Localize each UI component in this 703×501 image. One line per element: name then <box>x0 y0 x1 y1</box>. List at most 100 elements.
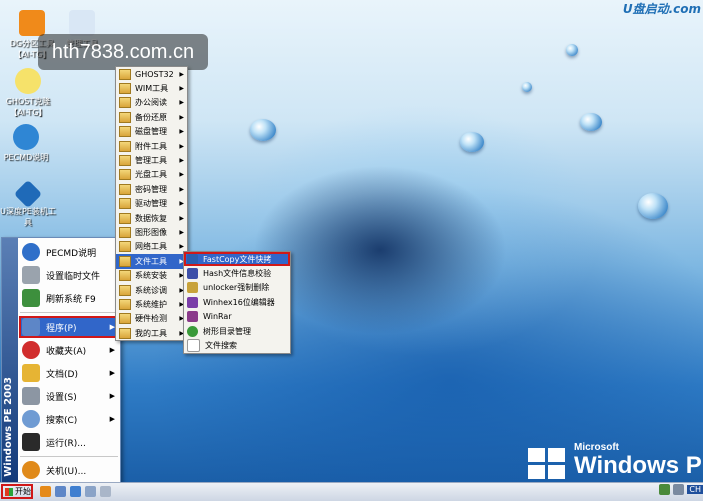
tool-item-fastcopy[interactable]: FastCopy文件快拷 <box>184 252 290 267</box>
folder-icon <box>119 140 131 152</box>
folder-icon <box>119 255 131 267</box>
taskbar: 开始 CH <box>0 482 703 501</box>
programs-item-ghost32[interactable]: GHOST32 ▶ <box>116 67 187 81</box>
programs-item-accessories[interactable]: 附件工具 ▶ <box>116 139 187 153</box>
start-item-run[interactable]: 运行(R)... <box>19 431 119 453</box>
tool-item-label: 文件搜索 <box>205 341 237 351</box>
quicklaunch-explorer-icon[interactable] <box>40 486 51 497</box>
language-indicator[interactable]: CH <box>687 485 703 494</box>
start-button[interactable]: 开始 <box>1 484 33 499</box>
programs-item-admin[interactable]: 管理工具 ▶ <box>116 153 187 167</box>
quicklaunch-arrow-icon[interactable] <box>100 486 111 497</box>
tray-app-icon[interactable] <box>659 484 671 495</box>
manage-tool-icon <box>69 10 95 36</box>
start-item-pecmd[interactable]: PECMD说明 <box>19 241 119 263</box>
programs-item-driver[interactable]: 驱动管理 ▶ <box>116 197 187 211</box>
submenu-arrow-icon: ▶ <box>179 171 184 179</box>
programs-item-label: 系统维护 <box>135 300 167 310</box>
documents-icon <box>22 364 40 382</box>
pecmd-icon <box>13 124 39 150</box>
water-drop <box>638 193 668 219</box>
programs-item-hardware[interactable]: 硬件检测 ▶ <box>116 312 187 326</box>
tool-item-file-search[interactable]: 文件搜索 <box>184 338 290 353</box>
tool-item-label: Winhex16位编辑器 <box>203 297 275 307</box>
programs-item-label: 图形图像 <box>135 228 167 238</box>
folder-icon <box>119 227 131 239</box>
top-logo: U盘启动.com <box>622 2 701 16</box>
water-drop <box>250 119 276 141</box>
programs-item-cd[interactable]: 光盘工具 ▶ <box>116 168 187 182</box>
start-item-refresh[interactable]: 刷新系统 F9 <box>19 287 119 309</box>
start-item-documents[interactable]: 文档(D) ▶ <box>19 362 119 384</box>
start-button-label: 开始 <box>15 487 31 496</box>
programs-item-my-tools[interactable]: 我的工具 ▶ <box>116 326 187 340</box>
start-item-label: 设置临时文件 <box>46 271 101 282</box>
programs-icon <box>22 318 40 336</box>
quicklaunch-tool-icon[interactable] <box>85 486 96 497</box>
start-separator <box>20 456 118 457</box>
programs-item-password[interactable]: 密码管理 ▶ <box>116 182 187 196</box>
programs-item-wim[interactable]: WIM工具 ▶ <box>116 81 187 95</box>
start-item-label: 设置(S) <box>46 392 77 403</box>
folder-icon <box>119 198 131 210</box>
favorites-icon <box>22 341 40 359</box>
search-icon <box>22 410 40 428</box>
submenu-arrow-icon: ▶ <box>179 214 184 222</box>
programs-item-disk[interactable]: 磁盘管理 ▶ <box>116 125 187 139</box>
tool-item-unlocker[interactable]: unlocker强制删除 <box>184 281 290 295</box>
settings-file-icon <box>22 266 40 284</box>
tool-item-label: FastCopy文件快拷 <box>203 254 272 264</box>
desktop-icon-label: GHOST克隆 【AI-TG】 <box>5 97 51 117</box>
start-item-label: 收藏夹(A) <box>46 346 87 357</box>
submenu-arrow-icon: ▶ <box>179 142 184 150</box>
programs-item-label: 硬件检测 <box>135 314 167 324</box>
programs-item-label: 密码管理 <box>135 184 167 194</box>
programs-item-network[interactable]: 网络工具 ▶ <box>116 240 187 254</box>
refresh-icon <box>22 289 40 307</box>
start-item-temp[interactable]: 设置临时文件 <box>19 264 119 286</box>
start-item-programs[interactable]: 程序(P) ▶ <box>19 316 119 338</box>
programs-item-office[interactable]: 办公阅读 ▶ <box>116 96 187 110</box>
start-separator <box>20 312 118 313</box>
programs-item-install[interactable]: 系统安装 ▶ <box>116 269 187 283</box>
programs-item-label: 磁盘管理 <box>135 127 167 137</box>
programs-item-label: 附件工具 <box>135 141 167 151</box>
programs-item-label: WIM工具 <box>135 84 169 94</box>
file-search-icon <box>187 339 200 353</box>
start-item-search[interactable]: 搜索(C) ▶ <box>19 408 119 430</box>
system-tray: CH <box>659 484 703 495</box>
submenu-arrow-icon: ▶ <box>179 229 184 237</box>
start-item-favorites[interactable]: 收藏夹(A) ▶ <box>19 339 119 361</box>
programs-item-tune[interactable]: 系统诊调 ▶ <box>116 283 187 297</box>
tool-item-winhex[interactable]: Winhex16位编辑器 <box>184 295 290 309</box>
submenu-arrow-icon: ▶ <box>179 243 184 251</box>
programs-item-label: 驱动管理 <box>135 199 167 209</box>
programs-item-graphics[interactable]: 图形图像 ▶ <box>116 225 187 239</box>
unlocker-icon <box>187 282 198 294</box>
programs-item-maintenance[interactable]: 系统维护 ▶ <box>116 297 187 311</box>
watermark: hth7838.com.cn <box>38 34 208 70</box>
folder-icon <box>119 284 131 296</box>
start-item-settings[interactable]: 设置(S) ▶ <box>19 385 119 407</box>
winrar-icon <box>187 311 198 323</box>
desktop-icon-ghost[interactable]: GHOST克隆 【AI-TG】 <box>0 68 58 118</box>
hash-icon <box>187 268 198 280</box>
tool-item-tree-dir[interactable]: 树形目录管理 <box>184 324 290 338</box>
ghost-icon <box>15 68 41 94</box>
tool-item-winrar[interactable]: WinRar <box>184 310 290 324</box>
programs-item-backup[interactable]: 备份还原 ▶ <box>116 110 187 124</box>
submenu-arrow-icon: ▶ <box>179 128 184 136</box>
windows-flag-icon <box>5 487 13 496</box>
tool-item-hash[interactable]: Hash文件信息校验 <box>184 266 290 280</box>
quicklaunch-desktop-icon[interactable] <box>55 486 66 497</box>
desktop-icon-pecmd[interactable]: PECMD说明 <box>0 124 56 163</box>
tray-network-icon[interactable] <box>673 484 685 495</box>
programs-item-recovery[interactable]: 数据恢复 ▶ <box>116 211 187 225</box>
programs-item-file-tools[interactable]: 文件工具 ▶ <box>116 254 187 269</box>
quicklaunch-computer-icon[interactable] <box>70 486 81 497</box>
programs-item-label: 办公阅读 <box>135 98 167 108</box>
desktop-icon-installer[interactable]: U深度PE装机工具 <box>0 179 58 228</box>
submenu-arrow-icon: ▶ <box>109 369 115 377</box>
submenu-arrow-icon: ▶ <box>179 200 184 208</box>
start-item-shutdown[interactable]: 关机(U)... <box>19 459 119 481</box>
